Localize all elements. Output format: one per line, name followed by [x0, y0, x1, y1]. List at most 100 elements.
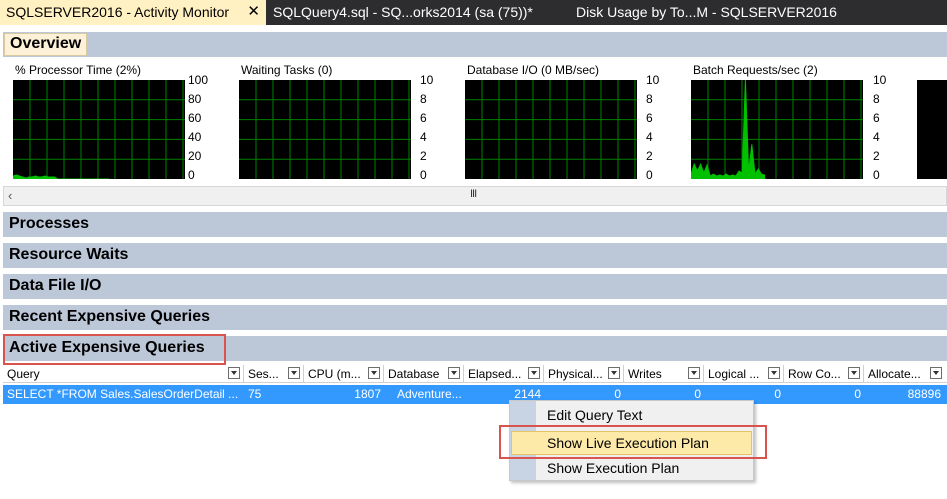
overview-graphs: % Processor Time (2%) 100 80 60 40 20 0 Waiti…	[3, 58, 947, 186]
filter-dropdown-icon[interactable]	[768, 367, 780, 379]
graph-waiting-tasks	[239, 80, 411, 179]
graph-canvas	[13, 80, 185, 179]
scroll-thumb-grip-icon[interactable]: III	[470, 188, 477, 200]
col-row-count-label: Row Co...	[788, 367, 841, 381]
recent-expensive-section-header[interactable]: Recent Expensive Queries	[3, 305, 947, 330]
series-line	[13, 174, 109, 179]
y-tick-label: 6	[420, 111, 427, 125]
filter-dropdown-icon[interactable]	[368, 367, 380, 379]
document-tab-strip: SQLSERVER2016 - Activity Monitor ✕ SQLQu…	[0, 0, 947, 25]
graph-batch-ticks: 10 8 6 4 2 0	[873, 74, 901, 182]
cell-session: 75	[248, 387, 262, 401]
y-tick-label: 6	[873, 111, 880, 125]
graph-canvas	[465, 80, 637, 179]
col-writes[interactable]: Writes	[624, 365, 704, 383]
tab-sql-query[interactable]: SQLQuery4.sql - SQ...orks2014 (sa (75))*	[267, 0, 567, 25]
processes-section-header[interactable]: Processes	[3, 212, 947, 237]
tab-disk-usage[interactable]: Disk Usage by To...M - SQLSERVER2016	[570, 0, 870, 25]
y-tick-label: 80	[188, 92, 202, 106]
cell-database: Adventure...	[397, 387, 462, 401]
active-expensive-section-header[interactable]: Active Expensive Queries	[3, 336, 947, 361]
graph-canvas	[239, 80, 411, 179]
graph-dbio-title: Database I/O (0 MB/sec)	[467, 63, 600, 77]
overview-label[interactable]: Overview	[4, 33, 88, 56]
tab-activity-monitor[interactable]: SQLSERVER2016 - Activity Monitor ✕	[0, 0, 266, 25]
y-tick-label: 10	[420, 73, 434, 87]
graph-dbio-ticks: 10 8 6 4 2 0	[646, 74, 674, 182]
overview-scrollbar[interactable]: ‹ III	[3, 186, 947, 206]
y-tick-label: 6	[646, 111, 653, 125]
filter-dropdown-icon[interactable]	[288, 367, 300, 379]
filter-dropdown-icon[interactable]	[848, 367, 860, 379]
y-tick-label: 0	[873, 168, 880, 182]
graph-processor-title: % Processor Time (2%)	[15, 63, 142, 77]
col-database-label: Database	[388, 367, 440, 381]
col-logical-label: Logical ...	[708, 367, 760, 381]
y-tick-label: 2	[420, 149, 427, 163]
y-tick-label: 8	[646, 92, 653, 106]
col-query[interactable]: Query	[3, 365, 244, 383]
queries-grid-header: Query Ses... CPU (m... Database Elapsed.…	[3, 365, 947, 383]
data-file-io-section-header[interactable]: Data File I/O	[3, 274, 947, 299]
graph-processor-ticks: 100 80 60 40 20 0	[188, 74, 216, 182]
col-row-count[interactable]: Row Co...	[784, 365, 864, 383]
filter-dropdown-icon[interactable]	[930, 367, 942, 379]
graph-waiting-ticks: 10 8 6 4 2 0	[420, 74, 448, 182]
menu-item-show-execution-plan[interactable]: Show Execution Plan	[511, 456, 752, 480]
filter-dropdown-icon[interactable]	[688, 367, 700, 379]
resource-waits-section-header[interactable]: Resource Waits	[3, 243, 947, 268]
menu-item-edit-query-text[interactable]: Edit Query Text	[511, 403, 752, 427]
y-tick-label: 8	[420, 92, 427, 106]
y-tick-label: 10	[873, 73, 887, 87]
col-physical[interactable]: Physical...	[544, 365, 624, 383]
graph-canvas	[691, 80, 863, 179]
tab-sql-query-label: SQLQuery4.sql - SQ...orks2014 (sa (75))*	[273, 4, 533, 20]
filter-dropdown-icon[interactable]	[448, 367, 460, 379]
tab-disk-usage-label: Disk Usage by To...M - SQLSERVER2016	[576, 4, 837, 20]
col-writes-label: Writes	[628, 367, 662, 381]
col-elapsed[interactable]: Elapsed...	[464, 365, 544, 383]
graph-batch-requests	[691, 80, 863, 179]
resource-waits-label: Resource Waits	[9, 246, 129, 263]
context-menu: Edit Query Text Show Live Execution Plan…	[509, 400, 754, 481]
col-physical-label: Physical...	[548, 367, 603, 381]
col-logical[interactable]: Logical ...	[704, 365, 784, 383]
y-tick-label: 40	[188, 130, 202, 144]
cell-allocated: 88896	[907, 387, 941, 401]
recent-expensive-label: Recent Expensive Queries	[9, 308, 210, 325]
cell-query: SELECT *FROM Sales.SalesOrderDetail ...	[7, 387, 239, 401]
active-expensive-label: Active Expensive Queries	[9, 339, 205, 356]
graph-batch-title: Batch Requests/sec (2)	[693, 63, 818, 77]
col-cpu[interactable]: CPU (m...	[304, 365, 384, 383]
y-tick-label: 10	[646, 73, 660, 87]
graph-waiting-title: Waiting Tasks (0)	[241, 63, 333, 77]
scroll-left-icon[interactable]: ‹	[8, 188, 12, 203]
col-database[interactable]: Database	[384, 365, 464, 383]
y-tick-label: 4	[420, 130, 427, 144]
y-tick-label: 0	[188, 168, 195, 182]
graph-processor	[13, 80, 185, 179]
col-session-label: Ses...	[248, 367, 279, 381]
filter-dropdown-icon[interactable]	[528, 367, 540, 379]
y-tick-label: 4	[646, 130, 653, 144]
col-query-label: Query	[7, 367, 40, 381]
graph-database-io	[465, 80, 637, 179]
cell-cpu: 1807	[354, 387, 381, 401]
filter-dropdown-icon[interactable]	[608, 367, 620, 379]
table-row[interactable]: SELECT *FROM Sales.SalesOrderDetail ... …	[3, 385, 947, 404]
col-allocated[interactable]: Allocate...	[864, 365, 947, 383]
overview-section-header[interactable]	[3, 32, 947, 57]
y-tick-label: 8	[873, 92, 880, 106]
y-tick-label: 4	[873, 130, 880, 144]
close-icon[interactable]: ✕	[247, 0, 260, 24]
menu-item-show-live-execution-plan[interactable]: Show Live Execution Plan	[511, 431, 752, 455]
filter-dropdown-icon[interactable]	[228, 367, 240, 379]
col-session[interactable]: Ses...	[244, 365, 304, 383]
y-tick-label: 60	[188, 111, 202, 125]
y-tick-label: 0	[420, 168, 427, 182]
y-tick-label: 2	[646, 149, 653, 163]
col-allocated-label: Allocate...	[868, 367, 921, 381]
cell-row-count: 0	[854, 387, 861, 401]
series-line	[691, 80, 766, 179]
col-elapsed-label: Elapsed...	[468, 367, 522, 381]
